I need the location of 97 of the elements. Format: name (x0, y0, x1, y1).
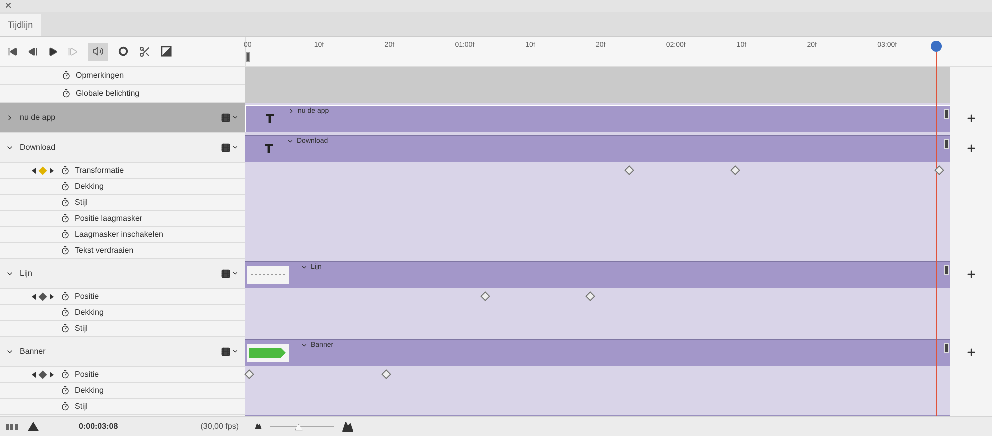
audio-button[interactable] (88, 42, 108, 61)
property-label: Positie laagmasker (75, 212, 143, 225)
layer-thumbnail (247, 266, 289, 284)
expand-icon[interactable] (6, 114, 14, 122)
clip-end-handle[interactable] (944, 139, 949, 150)
keyframe-icon[interactable] (586, 292, 596, 302)
first-frame-icon[interactable] (8, 46, 18, 57)
caret-icon (232, 114, 239, 122)
property-label: Stijl (75, 196, 88, 209)
layer-header[interactable]: Lijn (0, 259, 245, 290)
play-icon[interactable] (48, 46, 58, 57)
keyframe-icon[interactable] (934, 166, 945, 176)
clip-menu-button[interactable] (221, 112, 239, 123)
property-label: Positie (75, 368, 100, 381)
text-layer-icon (264, 112, 276, 124)
text-layer-icon (263, 142, 275, 154)
playhead[interactable] (930, 41, 942, 416)
stopwatch-icon[interactable] (61, 308, 70, 318)
timecode: 0:00:03:08 (79, 420, 118, 433)
previous-keyframe-icon[interactable] (32, 372, 36, 378)
track-label: Opmerkingen (76, 70, 124, 82)
keyframe-icon[interactable] (730, 166, 740, 176)
timeline-tab[interactable]: Tijdlijn (0, 14, 42, 36)
zoom-in-icon[interactable] (342, 420, 354, 433)
stopwatch-icon[interactable] (61, 198, 70, 208)
stopwatch-icon[interactable] (61, 166, 70, 176)
keyframe-icon[interactable] (244, 370, 254, 380)
film-icon (221, 346, 231, 357)
stopwatch-icon[interactable] (61, 402, 70, 412)
layer-name: Lijn (20, 268, 34, 280)
caret-icon (232, 270, 239, 278)
close-icon[interactable] (6, 3, 11, 8)
property-label: Transformatie (75, 164, 124, 177)
layer-thumbnail (247, 344, 289, 362)
zoom-out-icon[interactable] (255, 423, 262, 430)
onion-skin-icon[interactable] (118, 46, 129, 58)
layer-name: Banner (20, 346, 47, 358)
stopwatch-icon[interactable] (61, 386, 70, 396)
keyframe-icon[interactable] (382, 370, 392, 380)
layer-header[interactable]: Download (0, 133, 245, 164)
property-label: Stijl (75, 322, 88, 335)
film-icon (221, 142, 231, 153)
layer-header[interactable]: nu de app (0, 103, 245, 134)
property-label: Dekking (75, 180, 104, 193)
film-icon (221, 268, 231, 279)
keyframe-icon[interactable] (624, 166, 635, 176)
clip-menu-button[interactable] (221, 142, 239, 153)
stopwatch-icon[interactable] (61, 292, 70, 302)
layer-name: nu de app (20, 112, 57, 124)
film-icon (221, 112, 231, 123)
scissors-icon[interactable] (139, 46, 151, 58)
clip-menu-button[interactable] (221, 268, 239, 279)
stopwatch-icon[interactable] (61, 324, 70, 334)
clip-end-handle[interactable] (944, 109, 949, 120)
caret-icon (232, 144, 239, 152)
plus-icon (966, 268, 976, 280)
zoom-slider-thumb[interactable] (294, 424, 303, 431)
add-keyframe-button[interactable] (38, 292, 48, 302)
property-label: Dekking (75, 384, 104, 397)
previous-frame-icon[interactable] (28, 46, 38, 57)
stopwatch-icon[interactable] (61, 214, 70, 224)
expand-icon[interactable] (288, 108, 295, 116)
plus-icon (966, 112, 976, 124)
clip-menu-button[interactable] (221, 346, 239, 357)
stopwatch-icon[interactable] (61, 182, 70, 192)
previous-keyframe-icon[interactable] (32, 294, 36, 300)
property-label: Positie (75, 290, 100, 303)
zoom-slider[interactable] (270, 422, 334, 432)
stopwatch-icon[interactable] (61, 246, 70, 256)
plus-icon (966, 346, 976, 358)
property-label: Laagmasker inschakelen (75, 228, 164, 241)
add-keyframe-button[interactable] (38, 370, 48, 380)
next-keyframe-icon[interactable] (50, 168, 54, 174)
work-area-handle[interactable] (246, 52, 250, 62)
property-label: Stijl (75, 400, 88, 413)
stopwatch-icon[interactable] (61, 230, 70, 240)
next-keyframe-icon[interactable] (50, 372, 54, 378)
layer-header[interactable]: Banner (0, 337, 245, 368)
clip-end-handle[interactable] (944, 265, 949, 276)
keyframe-icon[interactable] (480, 292, 490, 302)
stopwatch-icon[interactable] (62, 71, 71, 80)
next-keyframe-icon[interactable] (50, 294, 54, 300)
layer-name: Download (20, 142, 57, 154)
frame-view-icon[interactable] (6, 424, 18, 430)
stopwatch-icon[interactable] (62, 89, 71, 98)
clip-end-handle[interactable] (944, 343, 949, 354)
render-icon[interactable] (28, 422, 39, 432)
caret-icon (232, 348, 239, 356)
property-label: Tekst verdraaien (75, 244, 134, 257)
plus-icon (966, 142, 976, 154)
stopwatch-icon[interactable] (61, 370, 70, 380)
previous-keyframe-icon[interactable] (32, 168, 36, 174)
transition-icon[interactable] (161, 46, 172, 58)
property-label: Dekking (75, 306, 104, 319)
track-label: Globale belichting (76, 88, 140, 100)
speaker-icon (92, 46, 104, 58)
frame-rate: (30,00 fps) (200, 420, 239, 433)
